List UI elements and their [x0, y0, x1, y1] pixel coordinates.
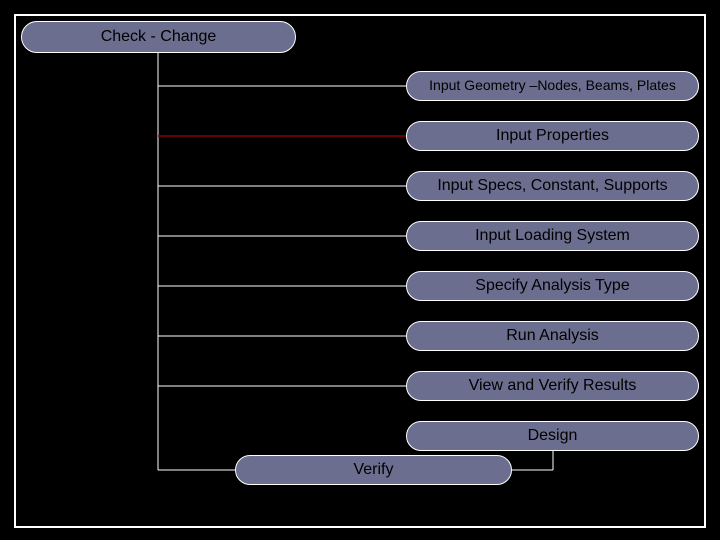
node-analysis: Specify Analysis Type: [406, 271, 699, 301]
node-label: Verify: [353, 461, 393, 479]
node-label: Input Specs, Constant, Supports: [437, 177, 667, 195]
node-run: Run Analysis: [406, 321, 699, 351]
node-specs: Input Specs, Constant, Supports: [406, 171, 699, 201]
node-design: Design: [406, 421, 699, 451]
node-label: Check - Change: [101, 28, 217, 46]
node-geometry: Input Geometry –Nodes, Beams, Plates: [406, 71, 699, 101]
node-properties: Input Properties: [406, 121, 699, 151]
node-label: Design: [528, 427, 578, 445]
node-label: Run Analysis: [506, 327, 599, 345]
node-results: View and Verify Results: [406, 371, 699, 401]
node-verify: Verify: [235, 455, 512, 485]
node-label: Input Properties: [496, 127, 609, 145]
node-loading: Input Loading System: [406, 221, 699, 251]
node-label: Input Geometry –Nodes, Beams, Plates: [429, 78, 676, 93]
node-label: Specify Analysis Type: [475, 277, 629, 295]
node-label: View and Verify Results: [469, 377, 637, 395]
node-label: Input Loading System: [475, 227, 630, 245]
node-check-change: Check - Change: [21, 21, 296, 53]
